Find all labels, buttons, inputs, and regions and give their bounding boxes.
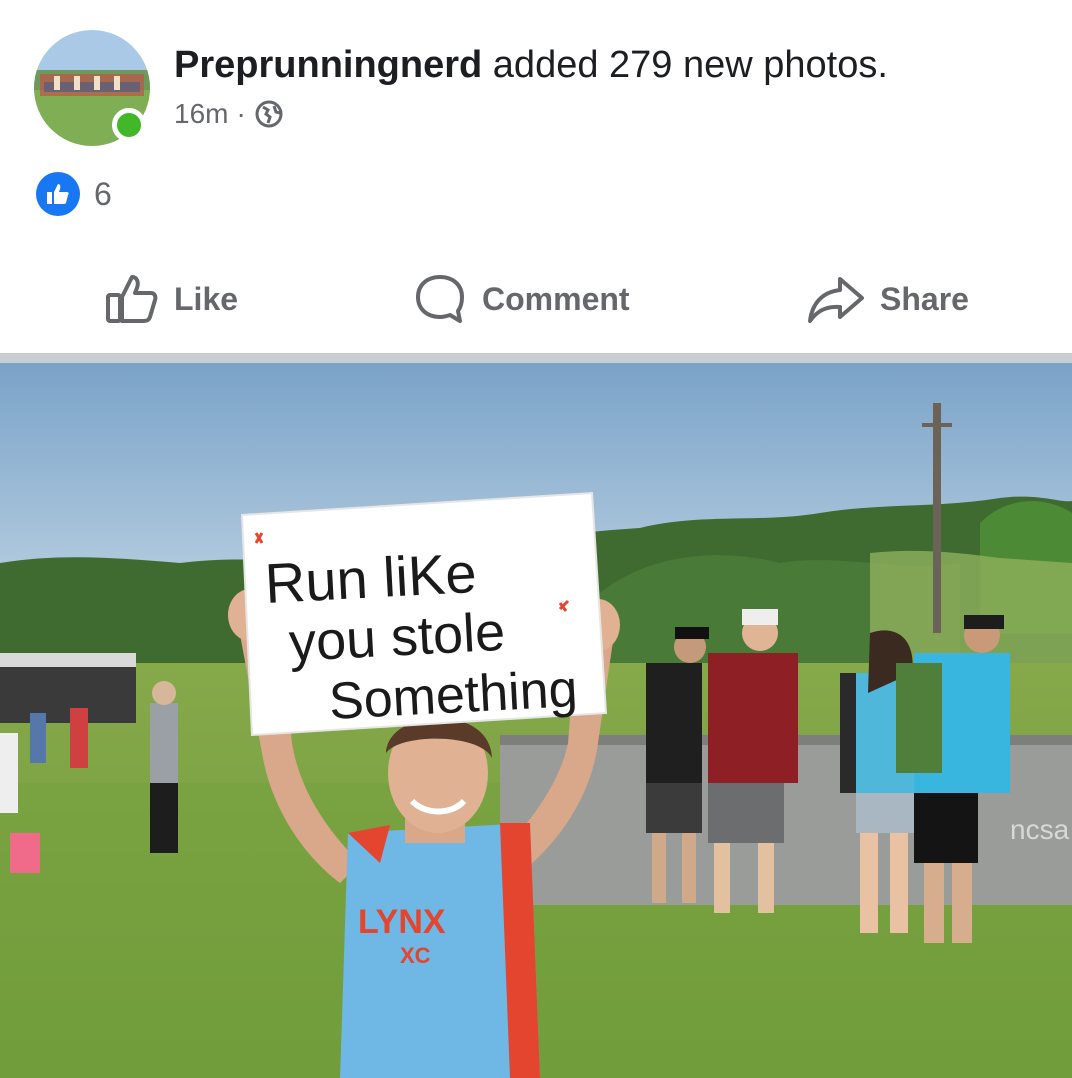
post-time[interactable]: 16m <box>174 98 228 130</box>
post-header: Preprunningnerd added 279 new photos. 16… <box>0 0 1072 355</box>
like-label: Like <box>174 280 239 317</box>
photo-scene: ncsa LYNX XC Run liKe you stole Somethin… <box>0 363 1072 1078</box>
globe-icon <box>254 99 284 129</box>
like-icon <box>36 172 80 216</box>
banner-text: ncsa <box>1010 814 1070 845</box>
jersey-text-xc: XC <box>400 943 431 968</box>
sign-text-line2: you stole <box>287 602 506 673</box>
thumbs-up-icon <box>104 271 160 327</box>
divider <box>0 353 1072 363</box>
author-name[interactable]: Preprunningnerd <box>174 44 482 86</box>
comment-label: Comment <box>482 280 630 317</box>
jersey-text-lynx: LYNX <box>358 903 446 941</box>
comment-button[interactable]: Comment <box>412 264 630 334</box>
reaction-count: 6 <box>94 175 112 212</box>
comment-icon <box>412 271 468 327</box>
post-photo[interactable]: ncsa LYNX XC Run liKe you stole Somethin… <box>0 363 1072 1078</box>
like-button[interactable]: Like <box>104 264 238 334</box>
reaction-summary[interactable]: 6 <box>36 172 112 216</box>
sign: Run liKe you stole Something <box>240 491 608 737</box>
share-button[interactable]: Share <box>806 264 969 334</box>
post-meta: 16m · <box>174 98 284 130</box>
share-label: Share <box>880 280 969 317</box>
post-title: Preprunningnerd added 279 new photos. <box>174 44 888 87</box>
action-bar: Like Comment Share <box>0 264 1072 334</box>
online-status-dot <box>112 108 146 142</box>
meta-separator: · <box>236 98 246 129</box>
post-action-text: added 279 new photos. <box>492 44 888 86</box>
share-icon <box>806 271 866 327</box>
